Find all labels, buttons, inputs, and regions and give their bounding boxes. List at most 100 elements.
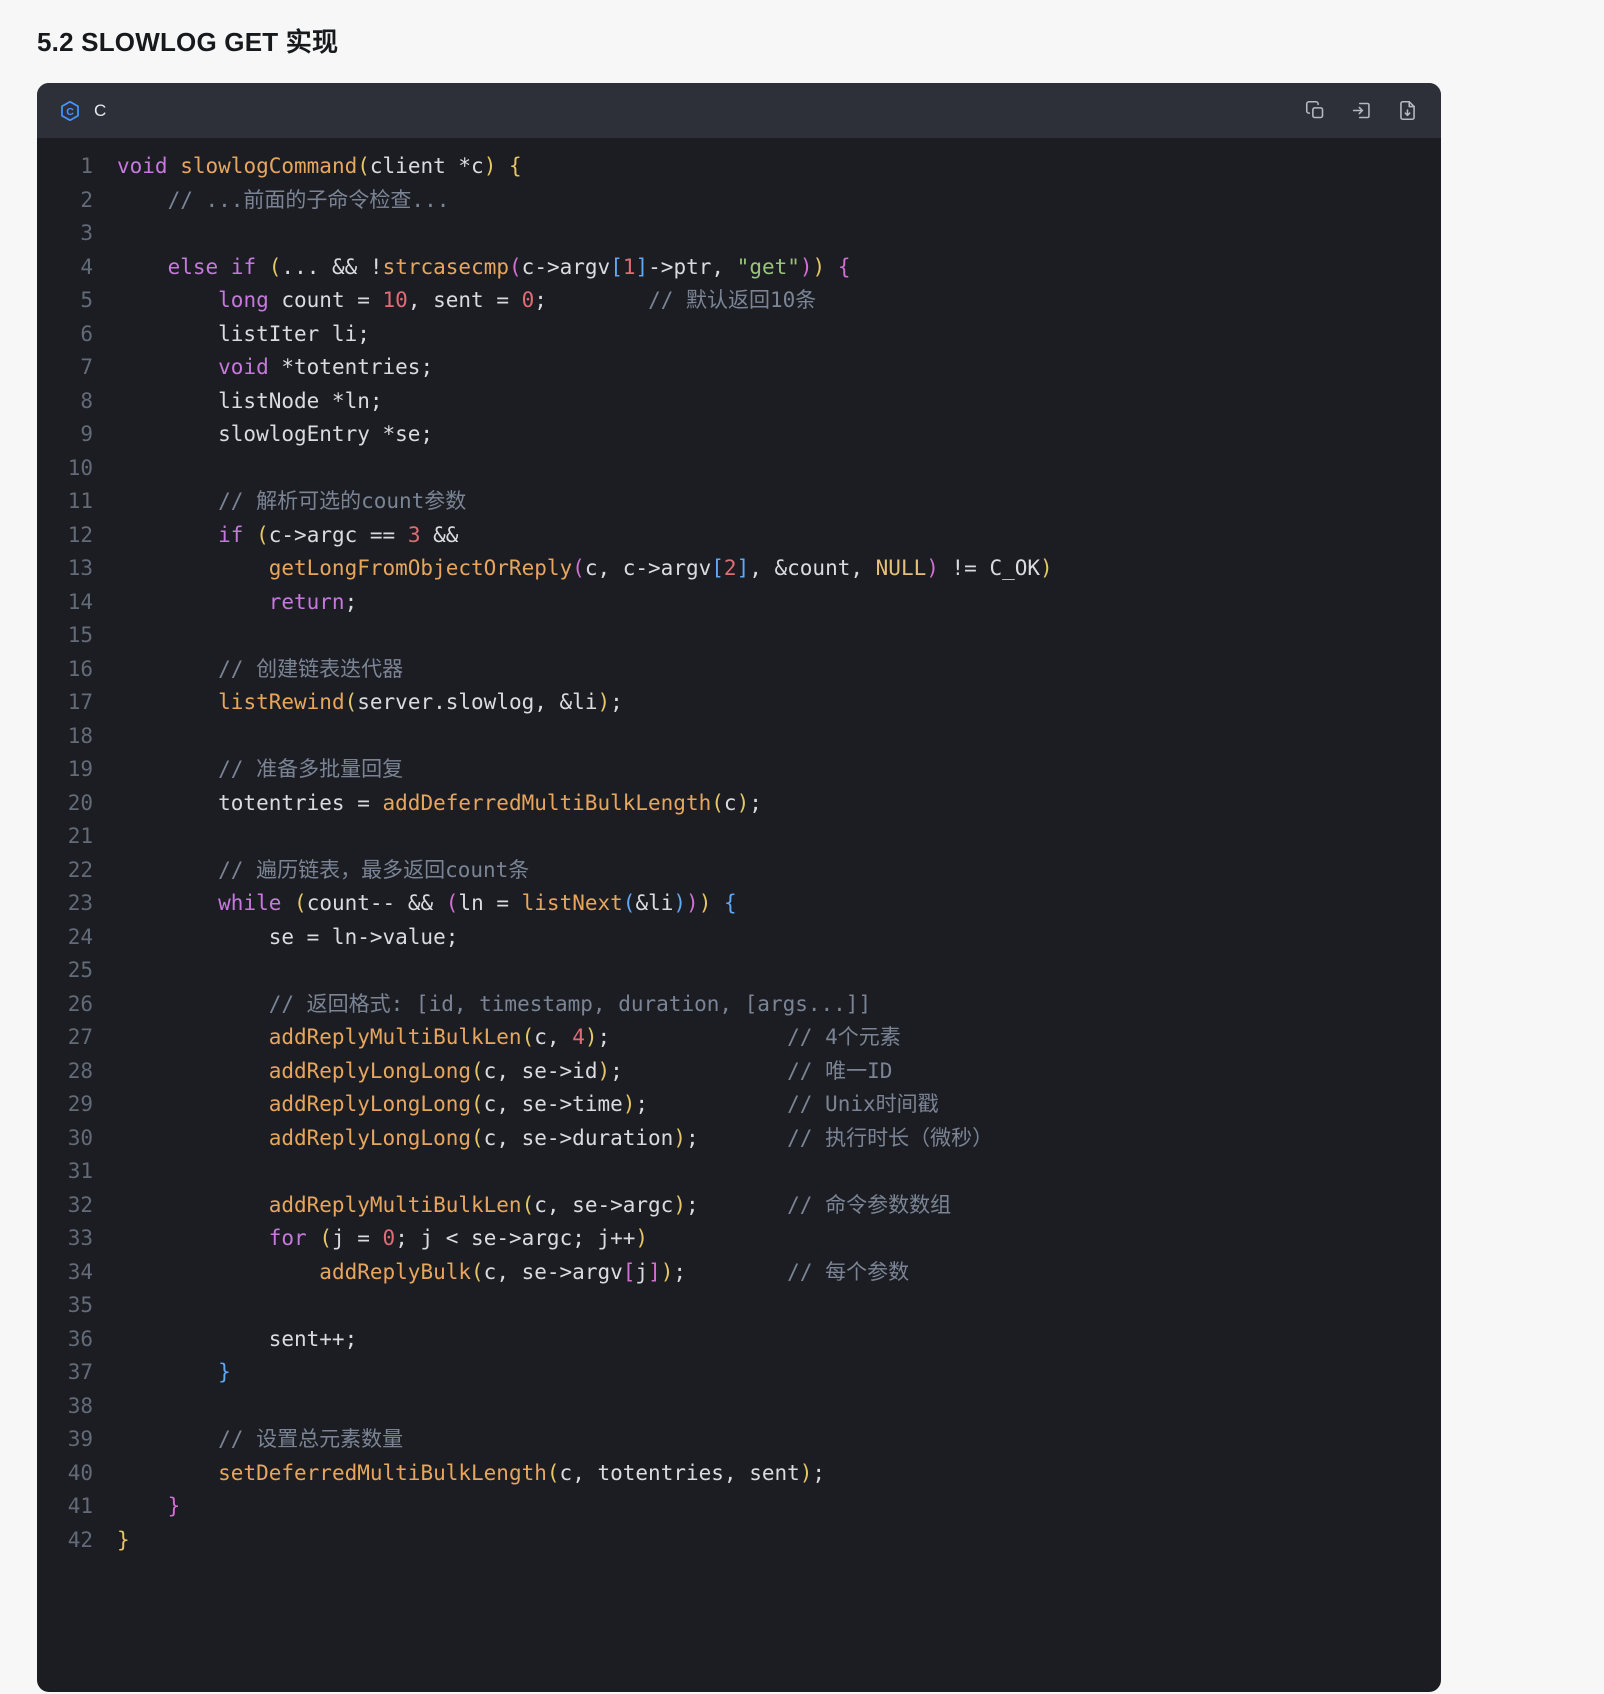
line-number: 35 — [37, 1289, 93, 1323]
code-line: 31 — [37, 1155, 1441, 1189]
code-line: 24 se = ln->value; — [37, 921, 1441, 955]
copy-button[interactable] — [1305, 100, 1327, 122]
code-line: 5 long count = 10, sent = 0; // 默认返回10条 — [37, 284, 1441, 318]
code-line-content: while (count-- && (ln = listNext(&li))) … — [93, 887, 737, 921]
line-number: 15 — [37, 619, 93, 653]
code-line: 14 return; — [37, 586, 1441, 620]
code-line: 12 if (c->argc == 3 && — [37, 519, 1441, 553]
language-label: C — [94, 101, 106, 121]
code-line-content: } — [93, 1490, 180, 1524]
line-number: 23 — [37, 887, 93, 921]
code-line-content: addReplyLongLong(c, se->time); // Unix时间… — [93, 1088, 939, 1122]
code-line: 7 void *totentries; — [37, 351, 1441, 385]
code-line-content: listRewind(server.slowlog, &li); — [93, 686, 623, 720]
code-line-content: void slowlogCommand(client *c) { — [93, 150, 522, 184]
line-number: 37 — [37, 1356, 93, 1390]
code-line: 20 totentries = addDeferredMultiBulkLeng… — [37, 787, 1441, 821]
code-line-content: listNode *ln; — [93, 385, 383, 419]
line-number: 28 — [37, 1055, 93, 1089]
code-line-content: // ...前面的子命令检查... — [93, 184, 449, 218]
line-number: 40 — [37, 1457, 93, 1491]
line-number: 20 — [37, 787, 93, 821]
code-line: 32 addReplyMultiBulkLen(c, se->argc); //… — [37, 1189, 1441, 1223]
code-lines: 1void slowlogCommand(client *c) {2 // ..… — [37, 150, 1441, 1557]
code-line: 3 — [37, 217, 1441, 251]
insert-button[interactable] — [1351, 100, 1373, 122]
code-line: 9 slowlogEntry *se; — [37, 418, 1441, 452]
code-line-content: // 创建链表迭代器 — [93, 653, 403, 687]
code-line: 30 addReplyLongLong(c, se->duration); //… — [37, 1122, 1441, 1156]
code-line-content — [93, 1155, 117, 1189]
line-number: 11 — [37, 485, 93, 519]
line-number: 32 — [37, 1189, 93, 1223]
language-indicator: C C — [59, 100, 106, 122]
code-line-content: setDeferredMultiBulkLength(c, totentries… — [93, 1457, 825, 1491]
line-number: 9 — [37, 418, 93, 452]
code-line: 2 // ...前面的子命令检查... — [37, 184, 1441, 218]
code-line-content: se = ln->value; — [93, 921, 458, 955]
line-number: 13 — [37, 552, 93, 586]
code-line: 21 — [37, 820, 1441, 854]
line-number: 6 — [37, 318, 93, 352]
line-number: 42 — [37, 1524, 93, 1558]
line-number: 41 — [37, 1490, 93, 1524]
insert-icon — [1351, 100, 1372, 121]
line-number: 7 — [37, 351, 93, 385]
line-number: 22 — [37, 854, 93, 888]
line-number: 31 — [37, 1155, 93, 1189]
code-line-content: // 返回格式: [id, timestamp, duration, [args… — [93, 988, 871, 1022]
line-number: 3 — [37, 217, 93, 251]
code-line: 15 — [37, 619, 1441, 653]
code-line-content: sent++; — [93, 1323, 357, 1357]
code-line-content: long count = 10, sent = 0; // 默认返回10条 — [93, 284, 816, 318]
code-line-content — [93, 820, 117, 854]
line-number: 10 — [37, 452, 93, 486]
code-line: 39 // 设置总元素数量 — [37, 1423, 1441, 1457]
code-line: 37 } — [37, 1356, 1441, 1390]
code-line-content — [93, 1289, 117, 1323]
code-line-content: addReplyLongLong(c, se->id); // 唯一ID — [93, 1055, 892, 1089]
code-line: 28 addReplyLongLong(c, se->id); // 唯一ID — [37, 1055, 1441, 1089]
download-button[interactable] — [1397, 100, 1419, 122]
code-line-content: getLongFromObjectOrReply(c, c->argv[2], … — [93, 552, 1053, 586]
code-line: 27 addReplyMultiBulkLen(c, 4); // 4个元素 — [37, 1021, 1441, 1055]
line-number: 25 — [37, 954, 93, 988]
code-line: 33 for (j = 0; j < se->argc; j++) — [37, 1222, 1441, 1256]
code-line-content: addReplyBulk(c, se->argv[j]); // 每个参数 — [93, 1256, 909, 1290]
line-number: 34 — [37, 1256, 93, 1290]
code-line: 16 // 创建链表迭代器 — [37, 653, 1441, 687]
code-line: 23 while (count-- && (ln = listNext(&li)… — [37, 887, 1441, 921]
section-heading: 5.2 SLOWLOG GET 实现 — [0, 0, 1604, 83]
line-number: 39 — [37, 1423, 93, 1457]
code-line-content: else if (... && !strcasecmp(c->argv[1]->… — [93, 251, 851, 285]
code-line-content — [93, 619, 117, 653]
line-number: 17 — [37, 686, 93, 720]
code-line: 22 // 遍历链表，最多返回count条 — [37, 854, 1441, 888]
code-line: 25 — [37, 954, 1441, 988]
code-line-content — [93, 954, 117, 988]
line-number: 16 — [37, 653, 93, 687]
code-line: 26 // 返回格式: [id, timestamp, duration, [a… — [37, 988, 1441, 1022]
code-line-content: // 设置总元素数量 — [93, 1423, 403, 1457]
code-line: 10 — [37, 452, 1441, 486]
code-line-content: listIter li; — [93, 318, 370, 352]
code-line-content: addReplyLongLong(c, se->duration); // 执行… — [93, 1122, 993, 1156]
line-number: 2 — [37, 184, 93, 218]
line-number: 19 — [37, 753, 93, 787]
code-line: 40 setDeferredMultiBulkLength(c, totentr… — [37, 1457, 1441, 1491]
code-line: 13 getLongFromObjectOrReply(c, c->argv[2… — [37, 552, 1441, 586]
code-line: 11 // 解析可选的count参数 — [37, 485, 1441, 519]
code-line: 4 else if (... && !strcasecmp(c->argv[1]… — [37, 251, 1441, 285]
code-line: 35 — [37, 1289, 1441, 1323]
line-number: 1 — [37, 150, 93, 184]
line-number: 26 — [37, 988, 93, 1022]
line-number: 24 — [37, 921, 93, 955]
code-line-content — [93, 217, 117, 251]
code-line-content: // 遍历链表，最多返回count条 — [93, 854, 529, 888]
code-line: 38 — [37, 1390, 1441, 1424]
code-line-content: // 解析可选的count参数 — [93, 485, 466, 519]
code-line: 18 — [37, 720, 1441, 754]
download-icon — [1397, 100, 1418, 121]
code-line: 8 listNode *ln; — [37, 385, 1441, 419]
code-line-content — [93, 1390, 117, 1424]
